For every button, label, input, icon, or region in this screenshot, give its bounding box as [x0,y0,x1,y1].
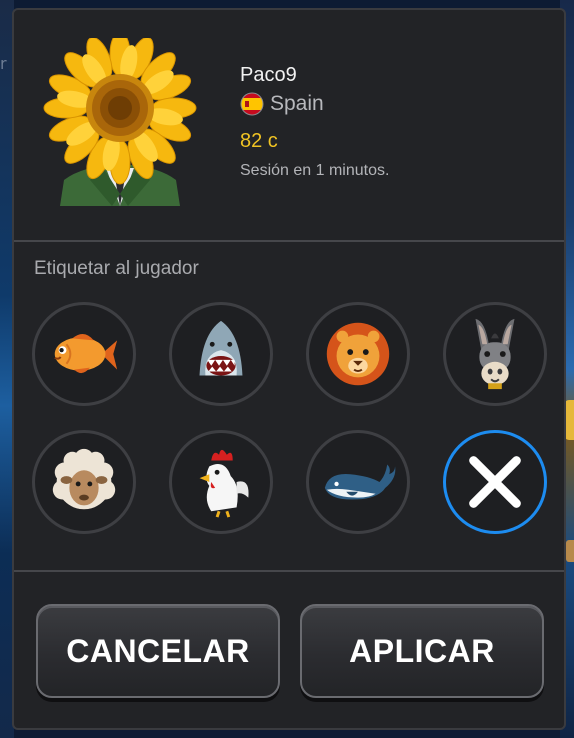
divider-top [14,240,564,242]
cancel-button-label: CANCELAR [66,632,250,669]
tag-sheep[interactable] [32,430,136,534]
sheep-icon [52,448,116,510]
player-name: Paco9 [240,64,297,86]
whale-icon [324,464,396,500]
player-country: Spain [240,92,324,116]
sunflower-avatar-icon [43,31,197,206]
tag-lion[interactable] [306,302,410,406]
rooster-icon [199,449,249,518]
avatar [42,31,198,206]
tag-rooster[interactable] [169,430,273,534]
spain-flag-icon [240,92,264,116]
tag-donkey[interactable] [443,302,547,406]
player-coins: 82 c [240,130,278,152]
country-name: Spain [270,92,324,115]
background-fragment-left: r [0,54,7,73]
tag-clear[interactable] [443,430,547,534]
tag-section-title: Etiquetar al jugador [34,258,199,279]
cancel-button[interactable]: CANCELAR [36,604,280,698]
apply-button-label: APLICAR [349,632,495,669]
background-chip-2 [566,540,574,562]
shark-icon [199,320,243,376]
lion-icon [326,322,390,386]
donkey-icon [475,318,515,390]
close-icon [469,456,521,508]
tag-fish[interactable] [32,302,136,406]
apply-button[interactable]: APLICAR [300,604,544,698]
tag-shark[interactable] [169,302,273,406]
session-status: Sesión en 1 minutos. [240,162,390,179]
tag-whale[interactable] [306,430,410,534]
player-tag-dialog: Paco9 Spain 82 c Sesión en 1 minutos. Et… [12,8,566,730]
fish-icon [54,333,118,374]
player-profile: Paco9 Spain 82 c Sesión en 1 minutos. [14,10,564,240]
divider-bottom [14,570,564,572]
